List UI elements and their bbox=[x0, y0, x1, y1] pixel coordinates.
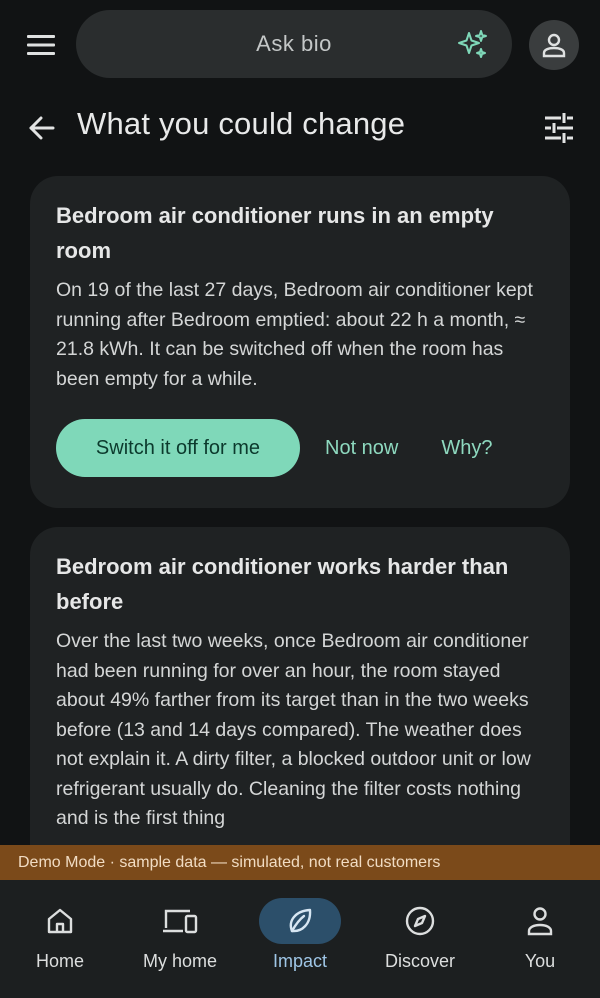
nav-item-discover[interactable]: Discover bbox=[360, 880, 480, 998]
nav-label: My home bbox=[142, 951, 218, 971]
compass-icon bbox=[379, 898, 461, 944]
account-avatar-button[interactable] bbox=[529, 20, 579, 70]
nav-item-you[interactable]: You bbox=[480, 880, 600, 998]
person-icon bbox=[541, 32, 567, 58]
nav-item-home[interactable]: Home bbox=[0, 880, 120, 998]
ask-bio-search[interactable]: Ask bio bbox=[76, 10, 512, 78]
card-body: Over the last two weeks, once Bedroom ai… bbox=[56, 630, 531, 829]
tune-sliders-icon bbox=[541, 110, 577, 146]
nav-label: Home bbox=[35, 951, 84, 971]
nav-label: Discover bbox=[384, 951, 455, 971]
demo-mode-banner: Demo Mode · sample data — simulated, not… bbox=[0, 845, 600, 880]
card-body: On 19 of the last 27 days, Bedroom air c… bbox=[56, 279, 533, 390]
not-now-button[interactable]: Not now bbox=[325, 437, 398, 460]
arrow-left-icon bbox=[24, 110, 60, 146]
top-app-bar: Ask bio bbox=[0, 0, 600, 90]
back-button[interactable] bbox=[24, 110, 60, 146]
person-icon bbox=[499, 898, 581, 944]
page-title: What you could change bbox=[77, 106, 406, 141]
devices-icon bbox=[139, 898, 221, 944]
search-label: Ask bio bbox=[256, 31, 332, 56]
hamburger-menu-icon bbox=[27, 34, 55, 56]
nav-item-impact[interactable]: Impact bbox=[240, 880, 360, 998]
nav-label: You bbox=[524, 951, 556, 971]
card-actions: Switch it off for me Not now Why? bbox=[56, 419, 493, 477]
card-title: Bedroom air conditioner runs in an empty… bbox=[56, 203, 494, 263]
nav-label: Impact bbox=[272, 951, 328, 971]
sparkle-icon bbox=[456, 28, 490, 62]
suggestion-card: Bedroom air conditioner runs in an empty… bbox=[30, 176, 570, 508]
page-header: What you could change bbox=[0, 98, 600, 158]
leaf-icon bbox=[259, 898, 341, 944]
why-button[interactable]: Why? bbox=[441, 437, 492, 460]
switch-off-button[interactable]: Switch it off for me bbox=[56, 419, 300, 477]
nav-item-my-home[interactable]: My home bbox=[120, 880, 240, 998]
bottom-navigation: Home My home Impact Discover You bbox=[0, 880, 600, 998]
filter-button[interactable] bbox=[541, 110, 577, 146]
menu-button[interactable] bbox=[22, 26, 60, 64]
card-title: Bedroom air conditioner works harder tha… bbox=[56, 554, 509, 614]
home-icon bbox=[19, 898, 101, 944]
